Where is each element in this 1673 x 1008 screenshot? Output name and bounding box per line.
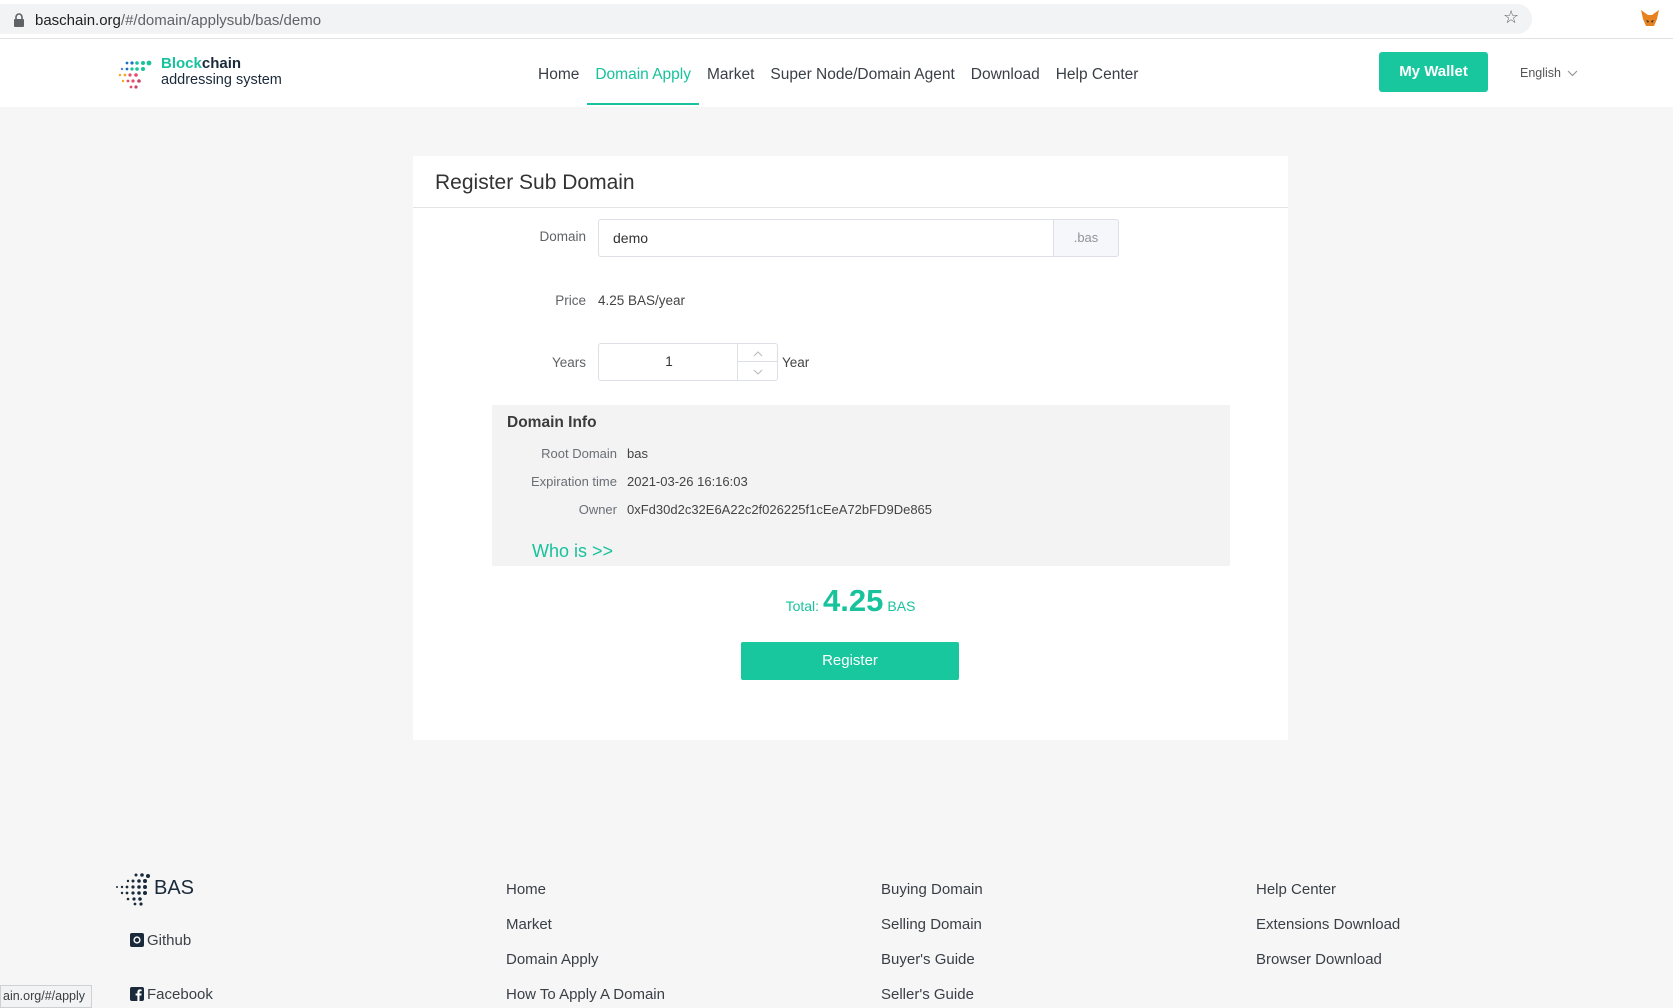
- logo-title-b: chain: [201, 55, 242, 72]
- whois-link[interactable]: Who is >>: [532, 541, 613, 562]
- footer-link-selling-domain[interactable]: Selling Domain: [881, 916, 982, 933]
- total-price: Total: 4.25 BAS: [413, 583, 1288, 619]
- footer-link-browser-download[interactable]: Browser Download: [1256, 951, 1382, 968]
- footer-link-domain-apply[interactable]: Domain Apply: [506, 951, 599, 968]
- main-nav: Home Domain Apply Market Super Node/Doma…: [530, 39, 1146, 107]
- domain-label: Domain: [539, 229, 586, 244]
- root-domain-value: bas: [627, 446, 648, 461]
- nav-super-node[interactable]: Super Node/Domain Agent: [762, 39, 962, 103]
- nav-help-center[interactable]: Help Center: [1048, 39, 1147, 103]
- footer-link-extensions-download[interactable]: Extensions Download: [1256, 916, 1400, 933]
- github-link[interactable]: Github: [130, 932, 191, 949]
- root-domain-label: Root Domain: [541, 446, 617, 461]
- github-icon: [130, 933, 144, 947]
- years-unit: Year: [782, 355, 810, 370]
- domain-info-panel: Domain Info Root Domain bas Expiration t…: [492, 405, 1230, 566]
- expiration-value: 2021-03-26 16:16:03: [627, 474, 748, 489]
- expiration-label: Expiration time: [531, 474, 617, 489]
- years-input[interactable]: 1: [599, 344, 739, 380]
- language-select[interactable]: English: [1520, 66, 1578, 80]
- increase-button[interactable]: [738, 344, 778, 362]
- page-title: Register Sub Domain: [435, 171, 635, 194]
- nav-download[interactable]: Download: [963, 39, 1048, 103]
- register-subdomain-card: Register Sub Domain Domain demo .bas Pri…: [413, 156, 1288, 740]
- logo-title: Blockchain: [161, 55, 241, 72]
- language-label: English: [1520, 66, 1561, 80]
- logo-title-a: Block: [161, 55, 202, 72]
- logo-dots-icon: [118, 60, 152, 89]
- chevron-down-icon: [753, 369, 763, 375]
- domain-input[interactable]: demo: [598, 219, 1053, 257]
- total-value: 4.25: [823, 583, 884, 618]
- chevron-down-icon: [1567, 70, 1578, 77]
- logo-subtitle: addressing system: [161, 72, 282, 88]
- owner-label: Owner: [578, 502, 617, 517]
- footer-link-help-center[interactable]: Help Center: [1256, 881, 1336, 898]
- title-divider: [413, 207, 1288, 208]
- nav-home[interactable]: Home: [530, 39, 587, 103]
- url-path: /#/domain/applysub/bas/demo: [120, 12, 322, 29]
- lock-icon: [14, 13, 24, 27]
- footer-brand: BAS: [154, 877, 195, 899]
- footer-link-home[interactable]: Home: [506, 881, 546, 898]
- footer-link-market[interactable]: Market: [506, 916, 552, 933]
- footer-link-how-to-apply[interactable]: How To Apply A Domain: [506, 986, 665, 1003]
- stepper-controls: [737, 344, 778, 380]
- total-unit: BAS: [887, 598, 916, 614]
- chevron-up-icon: [753, 351, 763, 357]
- nav-domain-apply[interactable]: Domain Apply: [587, 39, 699, 105]
- github-label: Github: [147, 932, 192, 949]
- site-header: Blockchain addressing system Home Domain…: [0, 39, 1673, 107]
- domain-suffix: .bas: [1053, 219, 1119, 257]
- footer-link-sellers-guide[interactable]: Seller's Guide: [881, 986, 974, 1003]
- owner-value: 0xFd30d2c32E6A22c2f026225f1cEeA72bFD9De8…: [627, 502, 933, 517]
- address-bar[interactable]: baschain.org/#/domain/applysub/bas/demo: [0, 4, 1532, 34]
- bookmark-star-icon[interactable]: ☆: [1503, 7, 1519, 28]
- years-label: Years: [551, 355, 586, 370]
- footer-link-buying-domain[interactable]: Buying Domain: [881, 881, 983, 898]
- url-host: baschain.org: [35, 12, 121, 29]
- facebook-icon: [130, 987, 144, 1001]
- price-label: Price: [555, 293, 586, 308]
- my-wallet-button[interactable]: My Wallet: [1379, 52, 1488, 92]
- facebook-label: Facebook: [147, 986, 213, 1003]
- browser-toolbar: baschain.org/#/domain/applysub/bas/demo …: [0, 0, 1673, 39]
- url-text: baschain.org/#/domain/applysub/bas/demo: [35, 12, 321, 29]
- facebook-link[interactable]: Facebook: [130, 986, 213, 1003]
- metamask-fox-icon[interactable]: [1640, 9, 1660, 27]
- price-value: 4.25 BAS/year: [598, 293, 686, 308]
- site-logo[interactable]: Blockchain addressing system: [117, 55, 297, 95]
- years-stepper[interactable]: 1: [598, 343, 778, 381]
- nav-market[interactable]: Market: [699, 39, 762, 103]
- decrease-button[interactable]: [738, 362, 778, 380]
- status-bar-url: ain.org/#/apply: [0, 985, 93, 1008]
- domain-info-title: Domain Info: [507, 414, 597, 431]
- register-button[interactable]: Register: [741, 642, 959, 680]
- total-label: Total:: [785, 598, 820, 614]
- footer-logo[interactable]: BAS: [114, 872, 204, 906]
- bas-logo-icon: [116, 873, 150, 906]
- footer-link-buyers-guide[interactable]: Buyer's Guide: [881, 951, 975, 968]
